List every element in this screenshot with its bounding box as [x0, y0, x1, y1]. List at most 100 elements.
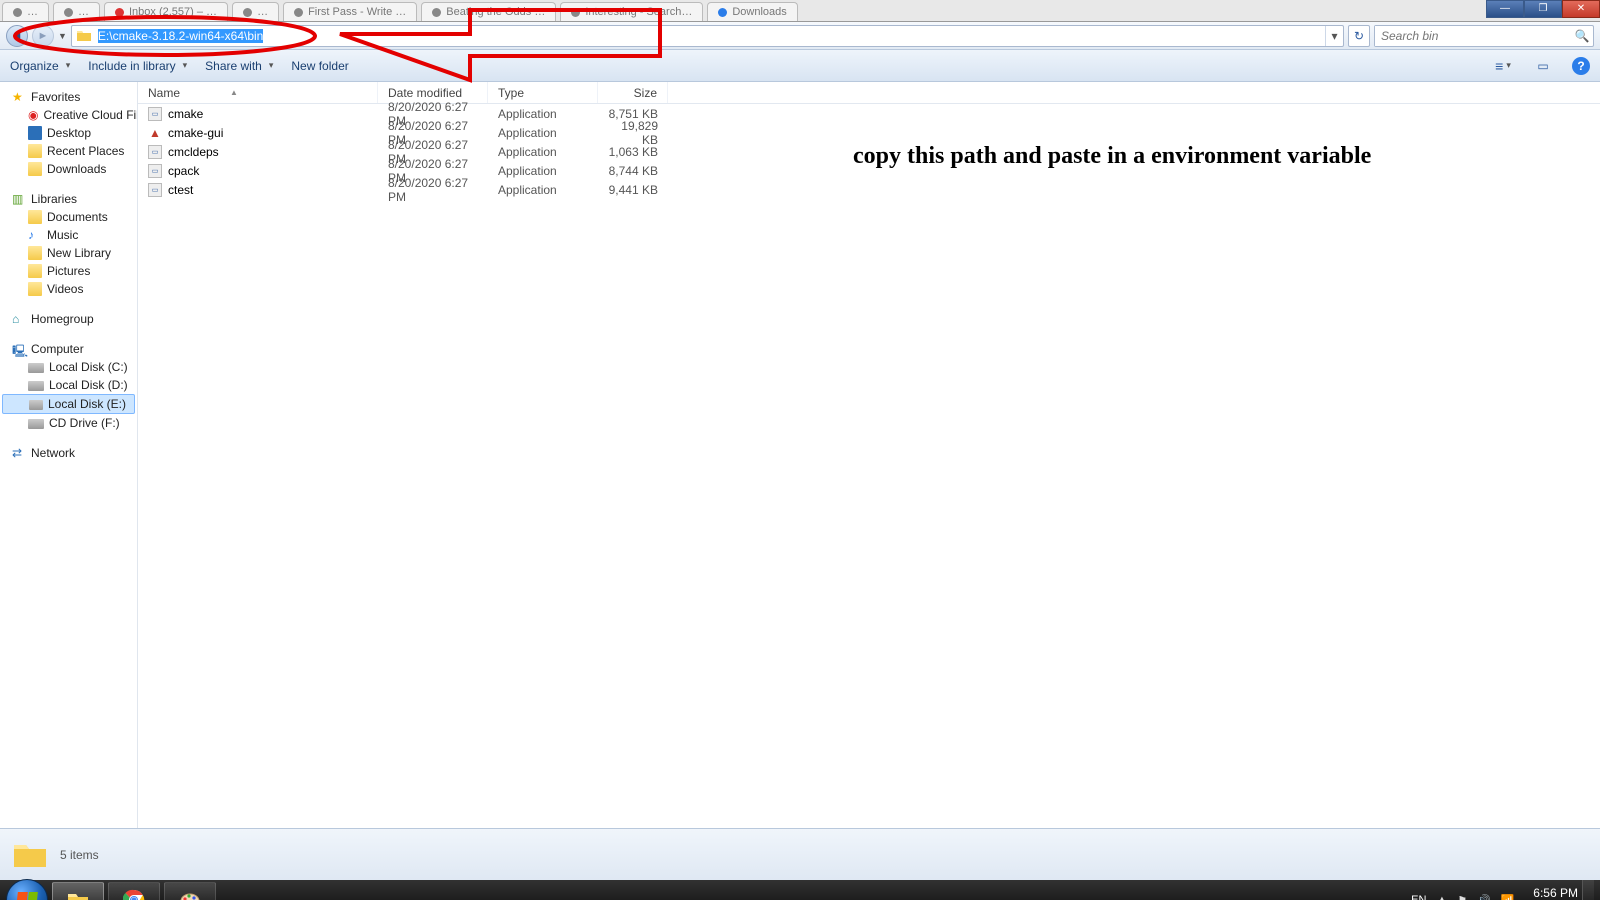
computer-icon: 🖳: [12, 342, 26, 356]
desktop-icon: [28, 126, 42, 140]
file-size: 1,063 KB: [598, 145, 668, 159]
cloud-icon: ◉: [28, 108, 38, 122]
minimize-button[interactable]: —: [1486, 0, 1524, 18]
column-headers: Name Date modified Type Size: [138, 82, 1600, 104]
sidebar-item-documents[interactable]: Documents: [0, 208, 137, 226]
folder-icon: [12, 839, 48, 871]
forward-button[interactable]: ►: [32, 25, 54, 47]
file-row[interactable]: ▭cmake8/20/2020 6:27 PMApplication8,751 …: [138, 104, 1600, 123]
sidebar-item-recent-places[interactable]: Recent Places: [0, 142, 137, 160]
column-type[interactable]: Type: [488, 82, 598, 103]
taskbar-paint[interactable]: [164, 882, 216, 900]
file-date: 8/20/2020 6:27 PM: [378, 176, 488, 204]
column-name[interactable]: Name: [138, 82, 378, 103]
sidebar-item-local-disk-d[interactable]: Local Disk (D:): [0, 376, 137, 394]
status-text: 5 items: [60, 848, 99, 862]
browser-tab[interactable]: Interesting - Search…: [560, 2, 703, 22]
sidebar-computer-header[interactable]: 🖳Computer: [0, 340, 137, 358]
app-icon: ▭: [148, 183, 162, 197]
tray-volume-icon[interactable]: 🔊: [1477, 894, 1491, 900]
sidebar-item-creative-cloud[interactable]: ◉Creative Cloud File: [0, 106, 137, 124]
tray-network-icon[interactable]: 📶: [1501, 894, 1515, 900]
show-desktop-button[interactable]: [1582, 880, 1594, 900]
file-name: cmake: [168, 107, 203, 121]
libraries-icon: ▥: [12, 192, 26, 206]
taskbar-explorer[interactable]: [52, 882, 104, 900]
sidebar-network-header[interactable]: ⇄Network: [0, 444, 137, 462]
music-icon: ♪: [28, 228, 42, 242]
sidebar-item-cd-drive-f[interactable]: CD Drive (F:): [0, 414, 137, 432]
file-type: Application: [488, 107, 598, 121]
include-in-library-menu[interactable]: Include in library: [88, 59, 187, 73]
start-button[interactable]: [6, 879, 48, 900]
app-icon: ▭: [148, 107, 162, 121]
star-icon: ★: [12, 90, 26, 104]
sidebar-item-videos[interactable]: Videos: [0, 280, 137, 298]
status-bar: 5 items: [0, 828, 1600, 880]
address-input[interactable]: [96, 26, 1325, 46]
folder-icon: [76, 28, 92, 44]
sidebar-item-desktop[interactable]: Desktop: [0, 124, 137, 142]
close-button[interactable]: ✕: [1562, 0, 1600, 18]
file-size: 9,441 KB: [598, 183, 668, 197]
new-folder-button[interactable]: New folder: [291, 59, 348, 73]
taskbar-chrome[interactable]: [108, 882, 160, 900]
sidebar-favorites-header[interactable]: ★Favorites: [0, 88, 137, 106]
browser-tab[interactable]: First Pass - Write …: [283, 2, 417, 22]
help-button[interactable]: ?: [1572, 57, 1590, 75]
file-size: 8,744 KB: [598, 164, 668, 178]
app-icon: ▭: [148, 164, 162, 178]
refresh-button[interactable]: ↻: [1348, 25, 1370, 47]
browser-tab[interactable]: …: [232, 2, 279, 22]
annotation-text: copy this path and paste in a environmen…: [853, 140, 1371, 174]
app-icon: ▲: [148, 126, 162, 140]
view-options-button[interactable]: ≡: [1492, 55, 1514, 77]
windows-logo-icon: [16, 892, 38, 900]
folder-icon: [28, 210, 42, 224]
maximize-button[interactable]: ❐: [1524, 0, 1562, 18]
explorer-toolbar: Organize Include in library Share with N…: [0, 50, 1600, 82]
search-box[interactable]: 🔍: [1374, 25, 1594, 47]
tray-flag-icon[interactable]: ⚑: [1457, 894, 1467, 900]
address-dropdown-icon[interactable]: ▾: [1325, 26, 1343, 46]
preview-pane-button[interactable]: ▭: [1532, 55, 1554, 77]
tray-clock[interactable]: 6:56 PM 8/31/2020: [1525, 886, 1578, 900]
homegroup-icon: ⌂: [12, 312, 26, 326]
sidebar-item-downloads[interactable]: Downloads: [0, 160, 137, 178]
sidebar-homegroup-header[interactable]: ⌂Homegroup: [0, 310, 137, 328]
sidebar-item-local-disk-e[interactable]: Local Disk (E:): [2, 394, 135, 414]
sidebar-item-pictures[interactable]: Pictures: [0, 262, 137, 280]
folder-icon: [28, 264, 42, 278]
system-tray: EN ▲ ⚑ 🔊 📶 6:56 PM 8/31/2020: [1411, 886, 1582, 900]
tray-language[interactable]: EN: [1411, 894, 1426, 900]
column-size[interactable]: Size: [598, 82, 668, 103]
file-type: Application: [488, 145, 598, 159]
browser-tabs-peek: … … Inbox (2,557) – … … First Pass - Wri…: [0, 0, 1600, 22]
history-dropdown-icon[interactable]: ▼: [58, 31, 67, 41]
back-button[interactable]: ◄: [6, 25, 28, 47]
browser-tab[interactable]: …: [53, 2, 100, 22]
browser-tab[interactable]: Beating the Odds …: [421, 2, 556, 22]
sidebar-item-new-library[interactable]: New Library: [0, 244, 137, 262]
search-input[interactable]: [1375, 26, 1571, 46]
file-name: cmcldeps: [168, 145, 219, 159]
organize-menu[interactable]: Organize: [10, 59, 70, 73]
address-bar[interactable]: ▾: [71, 25, 1344, 47]
file-row[interactable]: ▭ctest8/20/2020 6:27 PMApplication9,441 …: [138, 180, 1600, 199]
app-icon: ▭: [148, 145, 162, 159]
search-icon[interactable]: 🔍: [1571, 29, 1593, 43]
sidebar-item-local-disk-c[interactable]: Local Disk (C:): [0, 358, 137, 376]
file-type: Application: [488, 126, 598, 140]
browser-tab[interactable]: Downloads: [707, 2, 797, 22]
file-size: 19,829 KB: [598, 119, 668, 147]
tray-up-icon[interactable]: ▲: [1436, 894, 1447, 900]
sidebar-libraries-header[interactable]: ▥Libraries: [0, 190, 137, 208]
sidebar-item-music[interactable]: ♪Music: [0, 226, 137, 244]
taskbar: EN ▲ ⚑ 🔊 📶 6:56 PM 8/31/2020: [0, 880, 1600, 900]
browser-tab[interactable]: …: [2, 2, 49, 22]
share-with-menu[interactable]: Share with: [205, 59, 273, 73]
address-bar-row: ◄ ► ▼ ▾ ↻ 🔍: [0, 22, 1600, 50]
file-name: cpack: [168, 164, 199, 178]
browser-tab[interactable]: Inbox (2,557) – …: [104, 2, 228, 22]
drive-icon: [28, 419, 44, 429]
